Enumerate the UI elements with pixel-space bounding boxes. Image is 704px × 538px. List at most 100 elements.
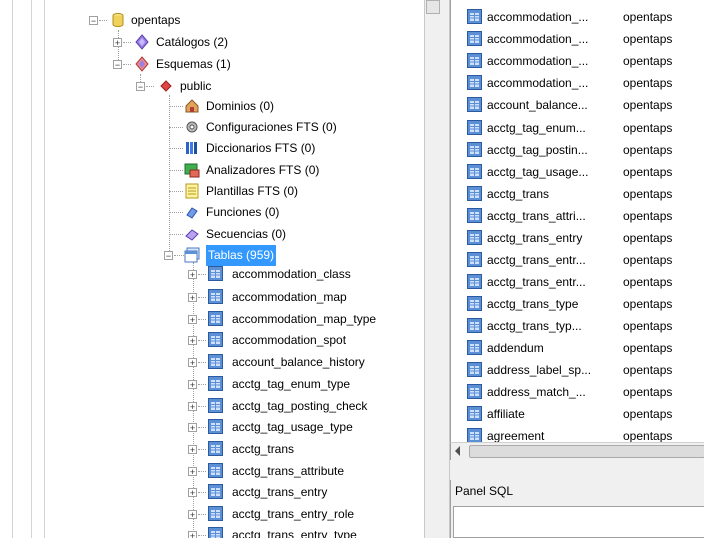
tree-node-table[interactable]: + acctg_trans	[0, 439, 424, 460]
tree-node-table[interactable]: + account_balance_history	[0, 352, 424, 373]
tree-connector	[198, 274, 206, 276]
tree-node-group[interactable]: Funciones (0)	[0, 202, 424, 223]
tree-node-table[interactable]: + accommodation_spot	[0, 330, 424, 351]
tree-connector	[198, 427, 206, 429]
tree-node-catalogs[interactable]: + Catálogos (2)	[0, 32, 424, 53]
expand-icon[interactable]: +	[113, 38, 122, 48]
tables-node-label: Tablas (959)	[206, 245, 277, 266]
tree-connector	[198, 362, 206, 364]
function-icon	[184, 204, 200, 220]
table-icon	[208, 354, 224, 370]
collapse-icon[interactable]: −	[164, 251, 173, 261]
collapse-icon[interactable]: −	[136, 82, 145, 92]
list-item-owner: opentaps	[623, 165, 673, 179]
tree-node-label: account_balance_history	[232, 355, 365, 369]
tree-connector	[169, 234, 183, 236]
tree-node-table[interactable]: + acctg_trans_entry_type	[0, 525, 424, 538]
list-item-owner: opentaps	[623, 407, 673, 421]
expand-icon[interactable]: +	[188, 358, 197, 368]
list-item-owner: opentaps	[623, 319, 673, 333]
table-icon	[208, 463, 224, 479]
tree-node-label: acctg_tag_usage_type	[232, 420, 353, 434]
collapse-icon[interactable]: −	[89, 16, 98, 26]
collapse-icon[interactable]: −	[113, 60, 122, 70]
sql-panel: Panel SQL	[450, 480, 704, 538]
tree-connector	[198, 340, 206, 342]
scroll-left-icon[interactable]	[455, 446, 460, 456]
table-icon	[467, 208, 482, 223]
object-list[interactable]: accommodation_... opentaps accommodation_.…	[450, 0, 704, 442]
expand-icon[interactable]: +	[188, 510, 197, 520]
object-browser-tree[interactable]: − opentaps + Catálogos (2) − Esquemas (1) − pub…	[0, 0, 424, 538]
tree-connector	[169, 127, 183, 129]
tree-node-table[interactable]: + accommodation_map_type	[0, 309, 424, 330]
tree-node-label: Dominios (0)	[206, 99, 275, 113]
list-item-owner: opentaps	[623, 32, 673, 46]
tree-node-group[interactable]: Diccionarios FTS (0)	[0, 138, 424, 159]
tree-node-label: accommodation_spot	[232, 333, 347, 347]
table-icon	[208, 441, 224, 457]
sql-editor[interactable]	[453, 506, 704, 538]
scrollbar-thumb[interactable]	[469, 445, 704, 458]
list-item-owner: opentaps	[623, 385, 673, 399]
table-icon	[208, 419, 224, 435]
expand-icon[interactable]: +	[188, 488, 197, 498]
tree-node-table[interactable]: + accommodation_class	[0, 264, 424, 285]
tree-node-table[interactable]: + accommodation_map	[0, 287, 424, 308]
tree-node-schemas[interactable]: − Esquemas (1)	[0, 54, 424, 75]
list-item-owner: opentaps	[623, 143, 673, 157]
expand-icon[interactable]: +	[188, 402, 197, 412]
expand-icon[interactable]: +	[188, 380, 197, 390]
expand-icon[interactable]: +	[188, 293, 197, 303]
tree-node-label: Funciones (0)	[206, 205, 280, 219]
tree-node-table[interactable]: + acctg_tag_usage_type	[0, 417, 424, 438]
expand-icon[interactable]: +	[188, 531, 197, 538]
expand-icon[interactable]: +	[188, 270, 197, 280]
tree-node-group[interactable]: Configuraciones FTS (0)	[0, 117, 424, 138]
tree-node-table[interactable]: + acctg_tag_enum_type	[0, 374, 424, 395]
horizontal-scrollbar[interactable]	[450, 442, 704, 460]
expand-icon[interactable]: +	[188, 423, 197, 433]
tree-node-table[interactable]: + acctg_trans_attribute	[0, 461, 424, 482]
tree-node-label: acctg_tag_enum_type	[232, 377, 351, 391]
table-icon	[208, 376, 224, 392]
tree-node-table[interactable]: + acctg_trans_entry	[0, 482, 424, 503]
list-item-name: acctg_trans_entr...	[487, 253, 586, 267]
database-icon	[110, 12, 126, 28]
panel-splitter[interactable]	[424, 0, 450, 538]
expand-icon[interactable]: +	[188, 315, 197, 325]
tree-node-group[interactable]: Analizadores FTS (0)	[0, 160, 424, 181]
tree-node-database[interactable]: − opentaps	[0, 10, 424, 31]
table-icon	[467, 75, 482, 90]
tree-node-tables[interactable]: − Tablas (959)	[0, 245, 424, 266]
table-icon	[208, 266, 224, 282]
splitter-handle[interactable]	[426, 0, 440, 14]
expand-icon[interactable]: +	[188, 445, 197, 455]
tree-node-label: accommodation_class	[232, 267, 351, 281]
expand-icon[interactable]: +	[188, 467, 197, 477]
tree-node-public[interactable]: − public	[0, 76, 424, 97]
public-schema-icon	[158, 78, 174, 94]
expand-icon[interactable]: +	[188, 336, 197, 346]
tree-node-label: accommodation_map_type	[232, 312, 377, 326]
tree-connector	[123, 42, 131, 44]
tree-node-label: acctg_tag_posting_check	[232, 399, 368, 413]
list-item-owner: opentaps	[623, 429, 673, 442]
tree-node-group[interactable]: Secuencias (0)	[0, 224, 424, 245]
tree-connector	[123, 64, 131, 66]
list-item-name: acctg_trans	[487, 187, 550, 201]
tree-connector	[198, 492, 206, 494]
list-item-name: account_balance...	[487, 98, 588, 112]
tree-node-group[interactable]: Plantillas FTS (0)	[0, 181, 424, 202]
list-item-owner: opentaps	[623, 187, 673, 201]
table-icon	[467, 97, 482, 112]
domain-icon	[184, 98, 200, 114]
tree-node-table[interactable]: + acctg_tag_posting_check	[0, 396, 424, 417]
tree-node-label: public	[180, 79, 212, 93]
schema-icon	[134, 56, 150, 72]
tree-node-table[interactable]: + acctg_trans_entry_role	[0, 504, 424, 525]
list-item-owner: opentaps	[623, 253, 673, 267]
catalog-icon	[134, 34, 150, 50]
table-icon	[467, 186, 482, 201]
tree-node-group[interactable]: Dominios (0)	[0, 96, 424, 117]
